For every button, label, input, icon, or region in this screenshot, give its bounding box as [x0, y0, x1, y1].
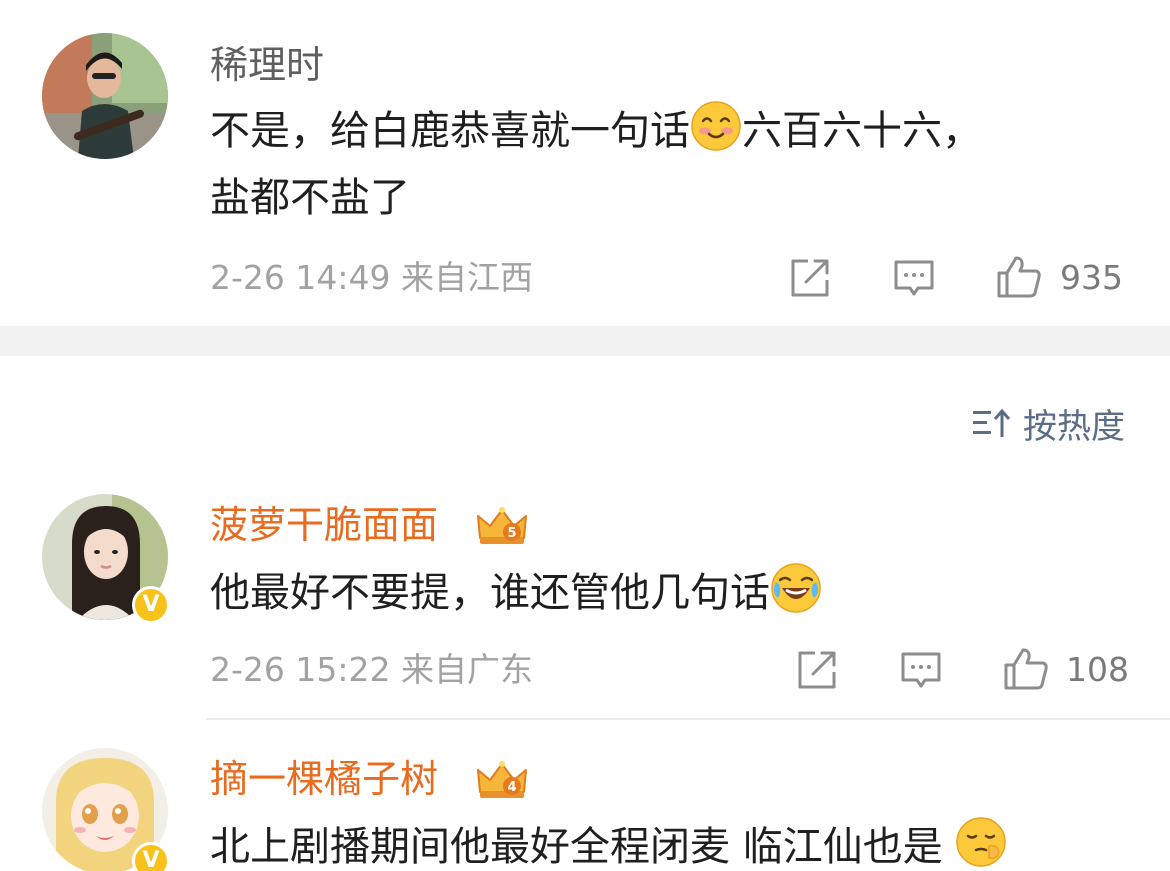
like-icon[interactable]: [1003, 646, 1049, 692]
username[interactable]: 菠萝干脆面面: [210, 502, 438, 548]
shush-emoji: [955, 816, 1007, 868]
comment-location: 来自江西: [401, 258, 533, 297]
comment-text-part: 不是，给白鹿恭喜就一句话: [210, 108, 690, 154]
username[interactable]: 稀理时: [210, 42, 324, 88]
comment-text: 不是，给白鹿恭喜就一句话 六百六十六，: [210, 100, 982, 161]
comment-item: 稀理时 不是，给白鹿恭喜就一句话 六百六十六， 盐都不盐了 2-26 14:49…: [0, 0, 1170, 326]
sort-button[interactable]: 按热度: [973, 400, 1125, 447]
comment-text-part: 北上剧播期间他最好全程闭麦 临江仙也是: [210, 824, 943, 870]
comment-meta: 2-26 15:22 来自广东: [210, 650, 533, 690]
level-number: 5: [507, 526, 516, 541]
comment-text-part: 他最好不要提，谁还管他几句话: [210, 570, 770, 616]
comment-text: 他最好不要提，谁还管他几句话: [210, 562, 822, 623]
comment-icon[interactable]: [892, 256, 936, 300]
smile-emoji: [690, 100, 742, 152]
laugh-cry-emoji: [770, 562, 822, 614]
share-icon[interactable]: [795, 648, 839, 692]
like-icon[interactable]: [996, 254, 1042, 300]
comment-feed: 稀理时 不是，给白鹿恭喜就一句话 六百六十六， 盐都不盐了 2-26 14:49…: [0, 0, 1170, 871]
avatar[interactable]: [42, 33, 168, 159]
comment-text-line2: 盐都不盐了: [210, 175, 410, 221]
sort-label: 按热度: [1023, 406, 1125, 447]
share-icon[interactable]: [788, 256, 832, 300]
section-divider: [0, 326, 1170, 356]
sort-icon: [973, 408, 1011, 437]
level-number: 4: [507, 780, 516, 795]
vip-crown-icon: 4: [474, 758, 530, 802]
comment-date: 2-26 15:22: [210, 650, 391, 689]
vip-crown-icon: 5: [474, 504, 530, 548]
verified-badge-icon: V: [132, 586, 170, 624]
comment-item: V 摘一棵橘子树 4 北上剧播期间他最好全程闭麦 临江仙也是: [0, 720, 1170, 871]
comment-meta: 2-26 14:49 来自江西: [210, 258, 533, 298]
username[interactable]: 摘一棵橘子树: [210, 756, 438, 802]
comment-text: 北上剧播期间他最好全程闭麦 临江仙也是: [210, 816, 1007, 871]
like-count: 108: [1066, 650, 1129, 689]
verified-badge-icon: V: [132, 842, 170, 871]
comment-text-part: 六百六十六，: [742, 108, 982, 154]
comment-icon[interactable]: [899, 648, 943, 692]
comment-location: 来自广东: [401, 650, 533, 689]
comment-date: 2-26 14:49: [210, 258, 391, 297]
like-count: 935: [1060, 258, 1123, 297]
comment-item: V 菠萝干脆面面 5 他最好不要提，谁还管他几句话 2-26 15:22 来自广…: [0, 470, 1170, 720]
